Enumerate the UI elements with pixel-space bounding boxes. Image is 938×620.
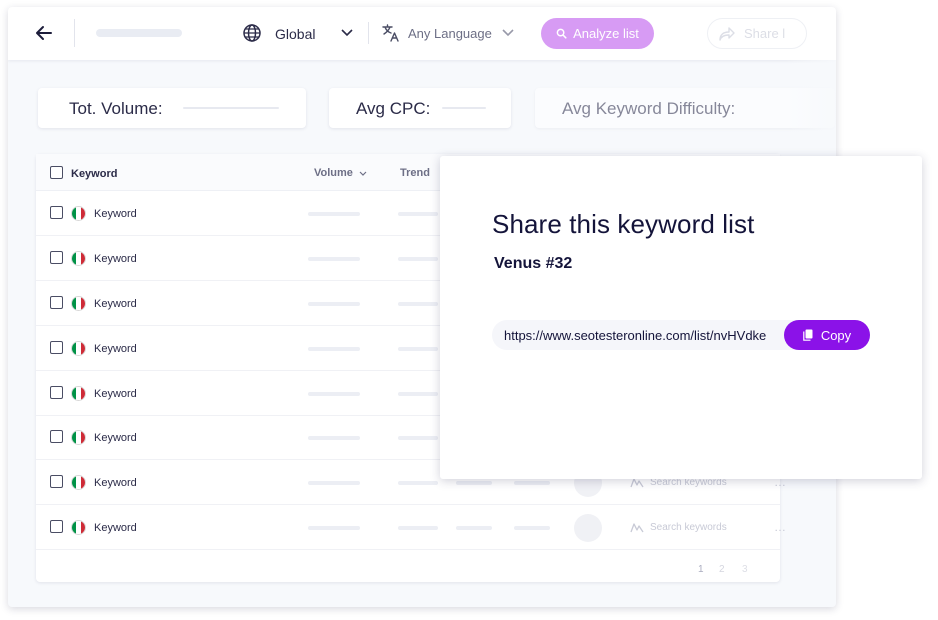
copy-button[interactable]: Copy — [784, 320, 870, 350]
cpc-placeholder — [456, 481, 492, 485]
toolbar-divider — [74, 19, 75, 47]
trend-placeholder — [398, 347, 438, 351]
row-checkbox[interactable] — [50, 251, 63, 264]
volume-placeholder — [308, 257, 360, 261]
copy-icon — [803, 329, 813, 341]
italy-flag-icon — [71, 430, 86, 445]
share-url-field[interactable]: https://www.seotesteronline.com/list/nvH… — [492, 320, 870, 350]
keyword-text[interactable]: Keyword — [94, 522, 137, 534]
share-modal: Share this keyword list Venus #32 https:… — [440, 156, 922, 479]
translate-icon — [382, 24, 399, 42]
avg-cpc-card: Avg CPC: — [329, 88, 511, 128]
volume-placeholder — [308, 481, 360, 485]
kd-placeholder — [514, 526, 550, 530]
trend-placeholder — [398, 212, 438, 216]
volume-placeholder — [308, 436, 360, 440]
trend-column-header[interactable]: Trend — [400, 167, 430, 179]
keyword-text[interactable]: Keyword — [94, 298, 137, 310]
search-icon — [556, 28, 567, 39]
analyze-list-button[interactable]: Analyze list — [541, 18, 654, 49]
italy-flag-icon — [71, 520, 86, 535]
italy-flag-icon — [71, 386, 86, 401]
volume-placeholder — [308, 302, 360, 306]
trend-placeholder — [398, 302, 438, 306]
table-row[interactable]: Keyword Search keywords … — [36, 505, 786, 550]
difficulty-circle — [574, 514, 602, 542]
italy-flag-icon — [71, 251, 86, 266]
row-checkbox[interactable] — [50, 296, 63, 309]
location-select[interactable]: Global — [275, 26, 315, 42]
total-volume-card: Tot. Volume: — [38, 88, 306, 128]
chevron-down-icon[interactable] — [341, 29, 353, 37]
more-options-icon[interactable]: … — [774, 520, 786, 534]
volume-placeholder — [308, 347, 360, 351]
trend-placeholder — [398, 481, 438, 485]
globe-icon — [243, 24, 261, 42]
copy-label: Copy — [820, 327, 852, 343]
volume-placeholder — [308, 526, 360, 530]
avg-cpc-label: Avg CPC: — [356, 99, 431, 118]
chevron-down-icon[interactable] — [502, 29, 514, 37]
search-keywords-action[interactable]: Search keywords — [630, 521, 727, 533]
keyword-text[interactable]: Keyword — [94, 432, 137, 444]
volume-placeholder — [308, 392, 360, 396]
trend-placeholder — [398, 526, 438, 530]
toolbar-divider — [368, 22, 369, 44]
total-volume-placeholder — [183, 107, 279, 109]
share-label: Share l — [744, 26, 786, 41]
page-1[interactable]: 1 — [698, 564, 704, 575]
row-checkbox[interactable] — [50, 206, 63, 219]
italy-flag-icon — [71, 206, 86, 221]
cpc-placeholder — [456, 526, 492, 530]
row-checkbox[interactable] — [50, 475, 63, 488]
avg-cpc-placeholder — [442, 107, 486, 109]
volume-column-header[interactable]: Volume — [314, 167, 353, 179]
keyword-column-header[interactable]: Keyword — [71, 168, 117, 180]
trend-placeholder — [398, 257, 438, 261]
toolbar: Global Any Language Analyze list Share l — [8, 7, 836, 60]
keyword-text[interactable]: Keyword — [94, 343, 137, 355]
page-2[interactable]: 2 — [719, 564, 725, 575]
share-url[interactable]: https://www.seotesteronline.com/list/nvH… — [504, 328, 776, 343]
chevron-down-icon[interactable] — [359, 171, 367, 177]
analyze-list-label: Analyze list — [573, 26, 639, 41]
row-checkbox[interactable] — [50, 520, 63, 533]
search-keywords-label: Search keywords — [650, 521, 727, 533]
total-volume-label: Tot. Volume: — [69, 99, 163, 118]
italy-flag-icon — [71, 341, 86, 356]
row-checkbox[interactable] — [50, 386, 63, 399]
share-icon — [719, 26, 735, 41]
keyword-text[interactable]: Keyword — [94, 208, 137, 220]
select-all-checkbox[interactable] — [50, 166, 63, 179]
kd-placeholder — [514, 481, 550, 485]
trend-icon — [630, 523, 644, 533]
trend-placeholder — [398, 436, 438, 440]
keyword-text[interactable]: Keyword — [94, 477, 137, 489]
trend-placeholder — [398, 392, 438, 396]
share-button[interactable]: Share l — [707, 18, 807, 49]
row-checkbox[interactable] — [50, 430, 63, 443]
back-arrow-icon[interactable] — [34, 23, 54, 43]
page-3[interactable]: 3 — [742, 564, 748, 575]
list-name: Venus #32 — [494, 255, 573, 272]
modal-title: Share this keyword list — [492, 209, 755, 239]
avg-kd-label: Avg Keyword Difficulty: — [562, 99, 736, 118]
italy-flag-icon — [71, 296, 86, 311]
list-title-placeholder — [96, 29, 182, 37]
language-select[interactable]: Any Language — [408, 26, 492, 41]
row-checkbox[interactable] — [50, 341, 63, 354]
volume-placeholder — [308, 212, 360, 216]
keyword-text[interactable]: Keyword — [94, 253, 137, 265]
keyword-text[interactable]: Keyword — [94, 388, 137, 400]
italy-flag-icon — [71, 475, 86, 490]
